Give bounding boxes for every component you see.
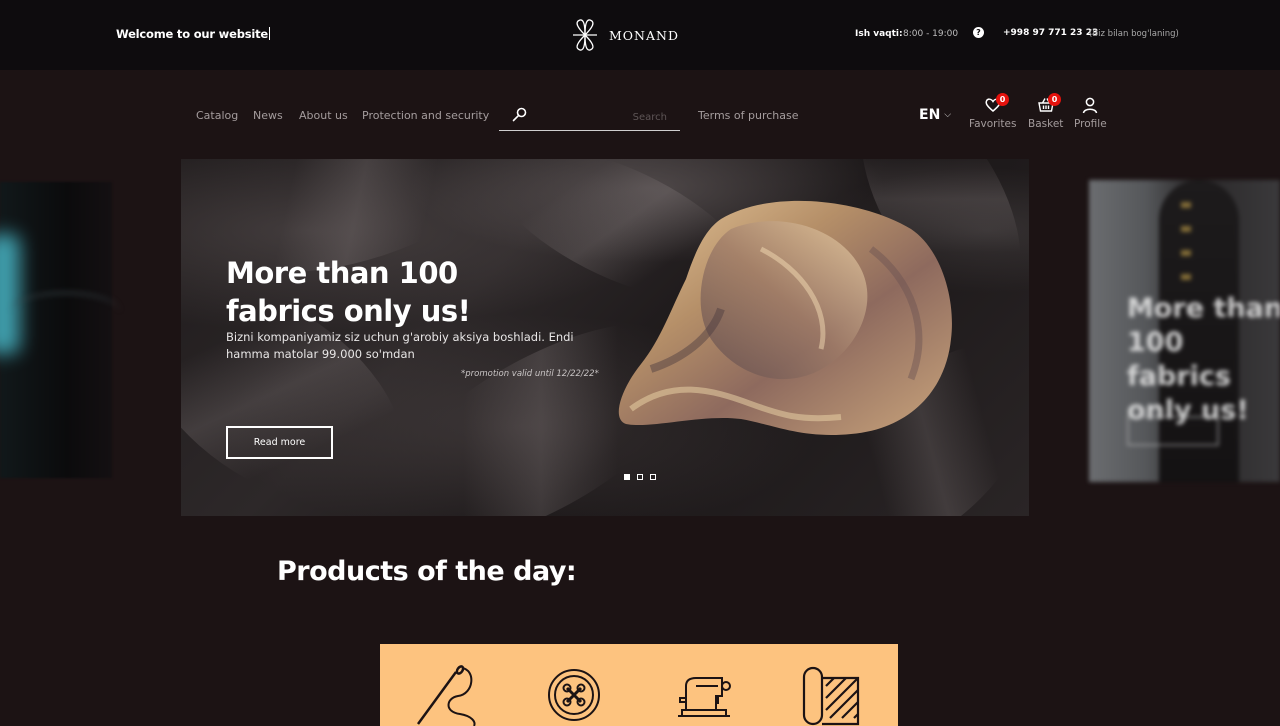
logo[interactable]: MONAND [570,18,679,52]
language-selector[interactable]: EN ⌵ [919,107,951,123]
nav-about-us[interactable]: About us [299,109,348,122]
read-more-button[interactable]: Read more [226,426,333,459]
welcome-text: Welcome to our website [116,27,271,41]
carousel-dot[interactable] [637,474,643,480]
logo-flower-icon [573,19,597,51]
contact-note[interactable]: (Biz bilan bog'laning) [1089,29,1179,39]
basket-count-badge: 0 [1048,93,1061,106]
fabric-roll-icon[interactable] [800,664,862,726]
next-slide-title: More than 100 fabrics only us! [1127,293,1280,426]
products-section-title: Products of the day: [277,556,577,587]
favorites-button[interactable]: 0 Favorites [969,93,1017,130]
sewing-machine-icon[interactable] [672,672,736,720]
carousel-pagination [624,474,656,480]
nav-catalog[interactable]: Catalog [196,109,238,122]
search-bar[interactable] [499,100,680,131]
question-icon[interactable]: ? [973,27,984,38]
hero-description: Bizni kompaniyamiz siz uchun g'arobiy ak… [226,330,574,361]
product-categories-strip [380,644,898,726]
carousel-next-slide[interactable]: More than 100 fabrics only us! [1089,180,1280,482]
needle-thread-icon[interactable] [414,664,480,726]
hero-banner: More than 100 fabrics only us! Bizni kom… [181,159,1029,516]
profile-button[interactable]: Profile [1074,96,1107,130]
nav-terms-of-purchase[interactable]: Terms of purchase [698,109,798,122]
hero-title: More than 100 fabrics only us! [226,256,471,328]
favorites-count-badge: 0 [996,93,1009,106]
chevron-down-icon: ⌵ [944,110,952,120]
carousel-dot[interactable] [624,474,630,480]
brand-name: MONAND [609,27,679,43]
search-input[interactable] [537,108,667,126]
promotion-note: *promotion valid until 12/22/22* [461,369,599,379]
fabric-image [618,200,952,436]
carousel-dot[interactable] [650,474,656,480]
favorites-label: Favorites [969,118,1017,130]
nav-protection-security[interactable]: Protection and security [362,109,489,122]
user-icon [1083,97,1098,114]
search-icon[interactable] [512,107,527,122]
hours-value: 8:00 - 19:00 [903,29,959,39]
top-bar: Welcome to our website MONAND Ish vaqti:… [0,0,1280,70]
phone-number[interactable]: +998 97 771 23 23 [1003,28,1098,38]
basket-button[interactable]: 0 Basket [1028,93,1064,130]
basket-label: Basket [1028,118,1064,130]
button-icon[interactable] [547,668,601,722]
profile-label: Profile [1074,118,1107,130]
nav-news[interactable]: News [253,109,283,122]
hours-label: Ish vaqti: [855,29,903,39]
carousel-prev-slide[interactable] [0,182,120,478]
